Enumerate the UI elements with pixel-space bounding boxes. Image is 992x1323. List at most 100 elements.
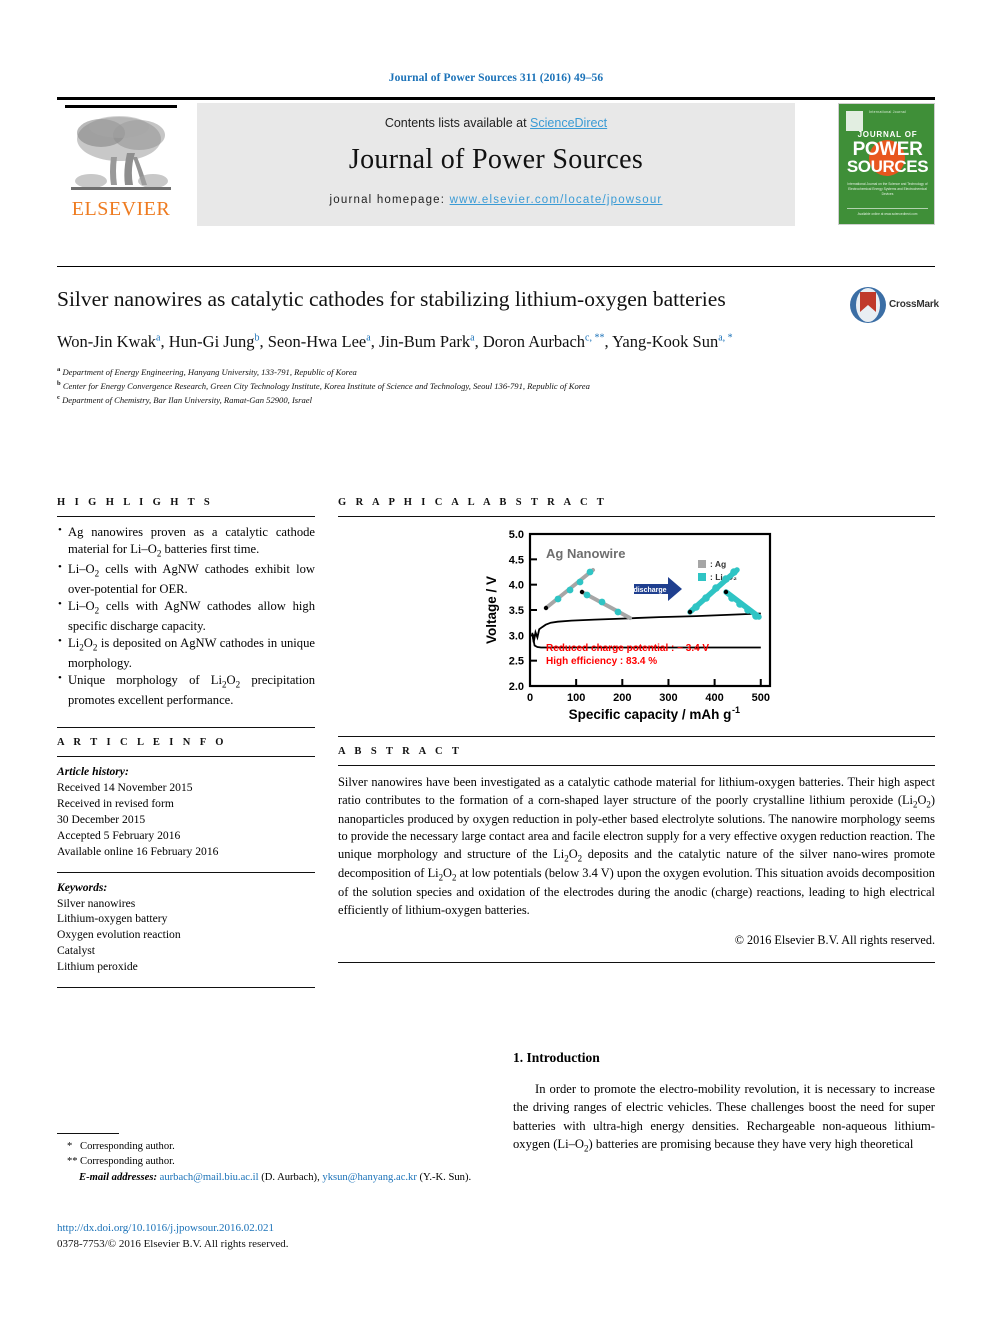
email-link-aurbach[interactable]: aurbach@mail.biu.ac.il [160, 1172, 259, 1183]
footnote-rule [57, 1133, 119, 1134]
nanowire-particle [614, 608, 622, 616]
nanowire-particle [598, 598, 606, 606]
nanowire-particle [736, 600, 744, 608]
journal-masthead: ELSEVIER Contents lists available at Sci… [57, 103, 935, 226]
footnotes: * Corresponding author. ** Corresponding a… [57, 1133, 497, 1185]
y-tick-label: 2.0 [509, 681, 524, 693]
keywords-label: Keywords: [57, 880, 108, 894]
footnote-corresponding-2: ** Corresponding author. [57, 1154, 497, 1169]
nanowire-particle [554, 595, 562, 603]
author-affiliation-mark: a [366, 332, 371, 344]
nanowire-particle [687, 609, 693, 615]
nanowire-particle [579, 589, 585, 595]
history-line: Received 14 November 2015 [57, 781, 193, 795]
cover-sources-word: SOURCES [846, 157, 929, 176]
homepage-link[interactable]: www.elsevier.com/locate/jpowsour [450, 194, 663, 206]
affiliation-item: b Center for Energy Convergence Research… [57, 379, 590, 391]
journal-cover-image: International Journal JOURNAL OF POWER S… [838, 103, 935, 225]
highlights-rule [57, 516, 315, 517]
affiliation-item: c Department of Chemistry, Bar Ilan Univ… [57, 393, 312, 405]
affiliation-mark: c [57, 393, 60, 401]
cover-journal-of: JOURNAL OF [857, 130, 918, 139]
left-column: H I G H L I G H T S Ag nanowires proven … [57, 497, 315, 988]
affiliation-list: a Department of Energy Engineering, Hany… [57, 365, 935, 408]
doi-link[interactable]: http://dx.doi.org/10.1016/j.jpowsour.201… [57, 1222, 274, 1234]
nanowire-particle [744, 606, 752, 614]
x-tick-label: 300 [659, 692, 677, 704]
nanowire-particle [702, 594, 710, 602]
highlight-item: Li–O2 cells with AgNW cathodes exhibit l… [57, 560, 315, 597]
chart-annotation: High efficiency : 83.4 % [546, 656, 657, 667]
y-tick-label: 3.5 [509, 605, 524, 617]
author-affiliation-mark: a [156, 332, 161, 344]
journal-homepage: journal homepage: www.elsevier.com/locat… [197, 194, 795, 206]
article-history: Article history: Received 14 November 20… [57, 764, 315, 859]
article-history-lines: Received 14 November 2015 Received in rev… [57, 780, 315, 859]
nanowire-particle [586, 568, 594, 576]
keyword-item: Lithium peroxide [57, 960, 138, 974]
crossmark-badge[interactable]: CrossMark [849, 286, 939, 326]
nanowire-particle [576, 578, 584, 586]
left-bottom-rule [57, 986, 315, 988]
x-axis-label: Specific capacity / mAh g [569, 707, 732, 722]
email-owner-1: (D. Aurbach), [261, 1171, 320, 1183]
nanowire-particle [752, 612, 760, 620]
highlight-item: Ag nanowires proven as a catalytic catho… [57, 523, 315, 560]
nanowire-particle [728, 594, 736, 602]
keywords-block: Keywords: Silver nanowires Lithium-oxygen… [57, 880, 315, 975]
cover-publisher-badge [846, 111, 863, 131]
nanowire-particle [583, 591, 591, 599]
author-name: Jin-Bum Park [378, 331, 471, 351]
legend-swatch [698, 573, 706, 581]
keyword-item: Oxygen evolution reaction [57, 928, 181, 942]
title-block: Silver nanowires as catalytic cathodes f… [57, 286, 939, 408]
voltage-capacity-chart: 2.0 2.5 3.0 3.5 4.0 4.5 5.0 0 100 200 300 400 500 Vol… [484, 529, 772, 722]
footnote-corresponding-1: * Corresponding author. [57, 1139, 497, 1154]
y-tick-label: 4.0 [509, 580, 524, 592]
legend-label: : Ag [710, 559, 726, 569]
abstract-body: Silver nanowires have been investigated … [338, 775, 936, 917]
y-tick-label: 3.0 [509, 630, 524, 642]
x-tick-label: 0 [527, 692, 533, 704]
author-affiliation-mark: b [254, 332, 260, 344]
footnote-corr-2-text: Corresponding author. [80, 1156, 175, 1168]
elsevier-wordmark: ELSEVIER [71, 198, 171, 220]
sciencedirect-link[interactable]: ScienceDirect [530, 116, 607, 130]
crossmark-label: CrossMark [889, 299, 939, 310]
masthead-bottom-rule [57, 266, 935, 268]
elsevier-tree-icon [67, 113, 175, 204]
author-name: Seon-Hwa Lee [267, 331, 367, 351]
x-tick-label: 400 [705, 692, 723, 704]
email-link-sun[interactable]: yksun@hanyang.ac.kr [322, 1172, 416, 1183]
chart-title: Ag Nanowire [546, 546, 625, 561]
abstract-bottom-rule [338, 962, 935, 964]
nanowire-particle [692, 603, 700, 611]
nanowire-particle [722, 575, 730, 583]
history-line: Received in revised form [57, 797, 174, 811]
graphical-abstract-rule [338, 516, 935, 517]
author-name: Doron Aurbach [482, 331, 586, 351]
right-column: G R A P H I C A L A B S T R A C T 2.0 2.5… [338, 497, 936, 964]
y-axis-label: Voltage / V [484, 576, 499, 644]
author-affiliation-mark: a, * [718, 332, 733, 344]
highlights-heading: H I G H L I G H T S [57, 497, 214, 508]
nanowire-particle [543, 605, 549, 611]
cover-footer-text: Available online at www.sciencedirect.co… [847, 208, 928, 217]
article-history-label: Article history: [57, 765, 129, 779]
x-tick-label: 100 [567, 692, 585, 704]
keyword-item: Catalyst [57, 944, 95, 958]
nanowire-particle [712, 584, 720, 592]
y-tick-label: 2.5 [509, 656, 524, 668]
contents-prefix: Contents lists available at [384, 116, 531, 130]
history-line: Available online 16 February 2016 [57, 844, 219, 858]
graphical-abstract-figure: 2.0 2.5 3.0 3.5 4.0 4.5 5.0 0 100 200 300 400 500 Vol… [338, 526, 935, 722]
cover-subtitle: International Journal on the Science and… [847, 182, 928, 196]
keyword-item: Silver nanowires [57, 896, 136, 910]
article-info-heading: A R T I C L E I N F O [57, 737, 227, 749]
header-rule [57, 97, 935, 100]
footnote-star-2: ** [67, 1156, 78, 1168]
highlight-item: Unique morphology of Li2O2 precipitation… [57, 671, 315, 708]
author-list: Won-Jin Kwaka, Hun-Gi Jungb, Seon-Hwa Le… [57, 331, 733, 351]
chart-annotation: Reduced charge potential : ~ 3.4 V [546, 643, 709, 654]
legend-swatch [698, 560, 706, 568]
